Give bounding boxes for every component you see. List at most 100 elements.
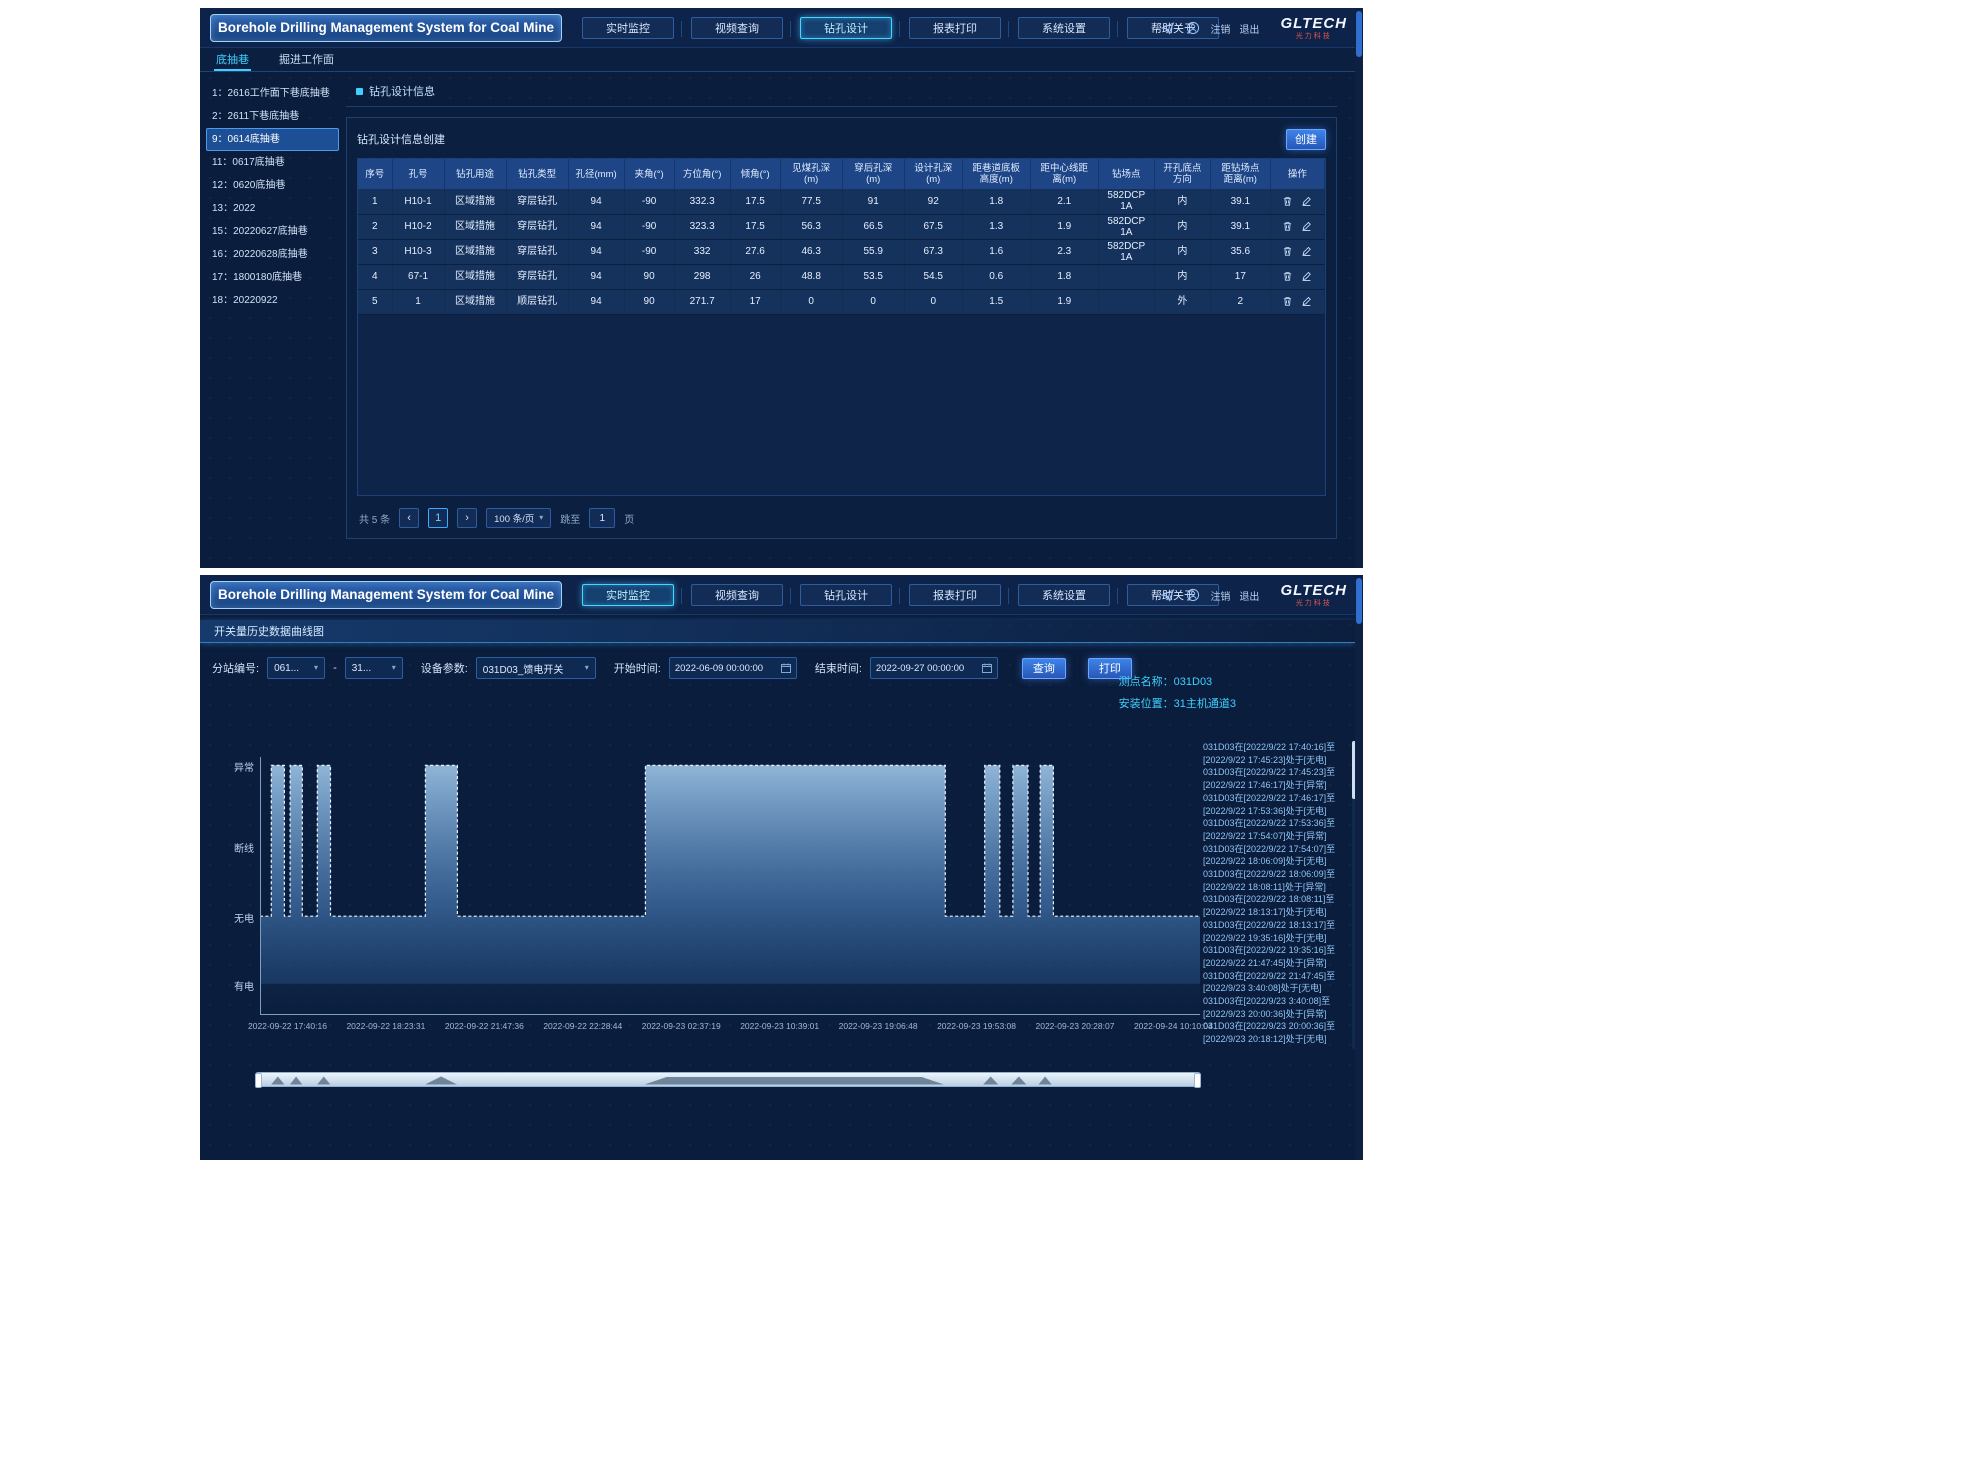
app-title: Borehole Drilling Management System for … [210,14,562,42]
user-icon[interactable] [1185,587,1201,603]
jump-page-input[interactable] [589,508,615,528]
x-tick-label: 2022-09-22 17:40:16 [248,1021,327,1031]
table-row: 467-1区域措施穿层钻孔94902982648.853.554.50.61.8… [358,264,1325,289]
design-table-wrap: 序号孔号钻孔用途钻孔类型孔径(mm)夹角(°)方位角(°)倾角(°)见煤孔深 (… [357,158,1326,496]
user-icon[interactable] [1185,20,1201,36]
cell: 26 [730,264,780,289]
end-time-label: 结束时间: [815,660,862,676]
brand-logo-text: GLTECH [1280,16,1347,31]
nav-tab-钻孔设计[interactable]: 钻孔设计 [800,584,892,606]
send-icon[interactable] [1160,587,1176,603]
cell: 55.9 [842,239,904,264]
start-time-input[interactable]: 2022-06-09 00:00:00 [669,657,797,679]
nav-tab-视频查询[interactable]: 视频查询 [691,584,783,606]
sidebar-item[interactable]: 16：20220628底抽巷 [206,243,339,266]
log-entry: [2022/9/23 20:00:36]处于[异常] [1203,1008,1350,1021]
station-select-a[interactable]: 061... ▾ [267,657,325,679]
sidebar-item[interactable]: 17：1800180底抽巷 [206,266,339,289]
sidebar-item[interactable]: 1：2616工作面下巷底抽巷 [206,82,339,105]
brand-logo: GLTECH 光力科技 [1280,16,1347,40]
cell: 94 [568,289,624,314]
y-axis-label: 异常 [214,759,254,774]
calendar-icon [781,663,791,673]
delete-icon[interactable] [1282,196,1293,207]
subnav-item-掘进工作面[interactable]: 掘进工作面 [277,49,336,71]
page-size-select[interactable]: 100 条/页 ▾ [486,508,551,528]
nav-tab-系统设置[interactable]: 系统设置 [1018,17,1110,39]
nav-tab-视频查询[interactable]: 视频查询 [691,17,783,39]
cell: 91 [842,189,904,214]
sidebar-item[interactable]: 15：20220627底抽巷 [206,220,339,243]
edit-icon[interactable] [1301,196,1312,207]
time-range-slider[interactable] [255,1072,1201,1087]
edit-icon[interactable] [1301,296,1312,307]
edit-icon[interactable] [1301,246,1312,257]
cell: 内 [1154,189,1210,214]
station-select-b[interactable]: 31... ▾ [345,657,403,679]
nav-tab-报表打印[interactable]: 报表打印 [909,584,1001,606]
logout-link[interactable]: 注销 [1210,21,1230,36]
create-button[interactable]: 创建 [1286,129,1326,150]
subnav-item-底抽巷[interactable]: 底抽巷 [214,49,251,71]
app-title: Borehole Drilling Management System for … [210,581,562,609]
cell: 1.6 [962,239,1030,264]
delete-icon[interactable] [1282,296,1293,307]
prev-page-button[interactable]: ‹ [399,508,419,528]
end-time-input[interactable]: 2022-09-27 00:00:00 [870,657,998,679]
total-count: 共 5 条 [359,511,390,526]
app-title-text: Borehole Drilling Management System for … [218,587,554,602]
delete-icon[interactable] [1282,271,1293,282]
exit-link[interactable]: 退出 [1239,21,1259,36]
scrollbar[interactable] [1355,8,1363,568]
sidebar-item[interactable]: 18：20220922 [206,289,339,312]
edit-icon[interactable] [1301,271,1312,282]
scrollbar-thumb[interactable] [1356,11,1362,57]
nav-tab-系统设置[interactable]: 系统设置 [1018,584,1110,606]
sidebar-item[interactable]: 12：0620底抽巷 [206,174,339,197]
design-main: 钻孔设计信息 钻孔设计信息创建 创建 序号孔号钻孔用途钻孔类型孔径(mm)夹角(… [342,72,1363,568]
nav-tab-报表打印[interactable]: 报表打印 [909,17,1001,39]
cell: 56.3 [780,214,842,239]
delete-icon[interactable] [1282,246,1293,257]
design-card: 钻孔设计信息创建 创建 序号孔号钻孔用途钻孔类型孔径(mm)夹角(°)方位角(°… [346,117,1337,539]
cell: 92 [904,189,962,214]
scrollbar-thumb[interactable] [1356,578,1362,624]
sidebar-item[interactable]: 13：2022 [206,197,339,220]
sidebar-item[interactable]: 11：0617底抽巷 [206,151,339,174]
exit-link[interactable]: 退出 [1239,588,1259,603]
x-tick-label: 2022-09-24 10:10:04 [1134,1021,1213,1031]
log-entry: 031D03在[2022/9/22 17:40:16]至 [1203,741,1350,754]
point-name-label: 测点名称： [1119,676,1174,688]
cell: 90 [624,289,674,314]
cell: 3 [358,239,392,264]
log-entry: [2022/9/22 18:08:11]处于[异常] [1203,881,1350,894]
table-row: 51区域措施顺层钻孔9490271.7170001.51.9外2 [358,289,1325,314]
delete-icon[interactable] [1282,221,1293,232]
cell [1098,264,1154,289]
send-icon[interactable] [1160,20,1176,36]
nav-tab-钻孔设计[interactable]: 钻孔设计 [800,17,892,39]
sidebar-item[interactable]: 2：2611下巷底抽巷 [206,105,339,128]
cell: 内 [1154,214,1210,239]
next-page-button[interactable]: › [457,508,477,528]
query-button[interactable]: 查询 [1022,658,1066,679]
chevron-down-icon: ▾ [539,514,543,522]
nav-tab-实时监控[interactable]: 实时监控 [582,17,674,39]
log-entry: [2022/9/22 21:47:45]处于[异常] [1203,957,1350,970]
y-axis-label: 断线 [214,840,254,855]
sidebar-item[interactable]: 9：0614底抽巷 [206,128,339,151]
scrollbar[interactable] [1355,575,1363,1160]
station-select-b-value: 31... [352,663,371,674]
nav-tab-实时监控[interactable]: 实时监控 [582,584,674,606]
cell: 332.3 [674,189,730,214]
edit-icon[interactable] [1301,221,1312,232]
current-page-button[interactable]: 1 [428,508,448,528]
cell: 48.8 [780,264,842,289]
cell: 5 [358,289,392,314]
cell: 0 [904,289,962,314]
logout-link[interactable]: 注销 [1210,588,1230,603]
device-select[interactable]: 031D03_馈电开关 ▾ [476,657,596,679]
table-row: 1H10-1区域措施穿层钻孔94-90332.317.577.591921.82… [358,189,1325,214]
station-label: 分站编号: [212,660,259,676]
cell: 区域措施 [444,214,506,239]
